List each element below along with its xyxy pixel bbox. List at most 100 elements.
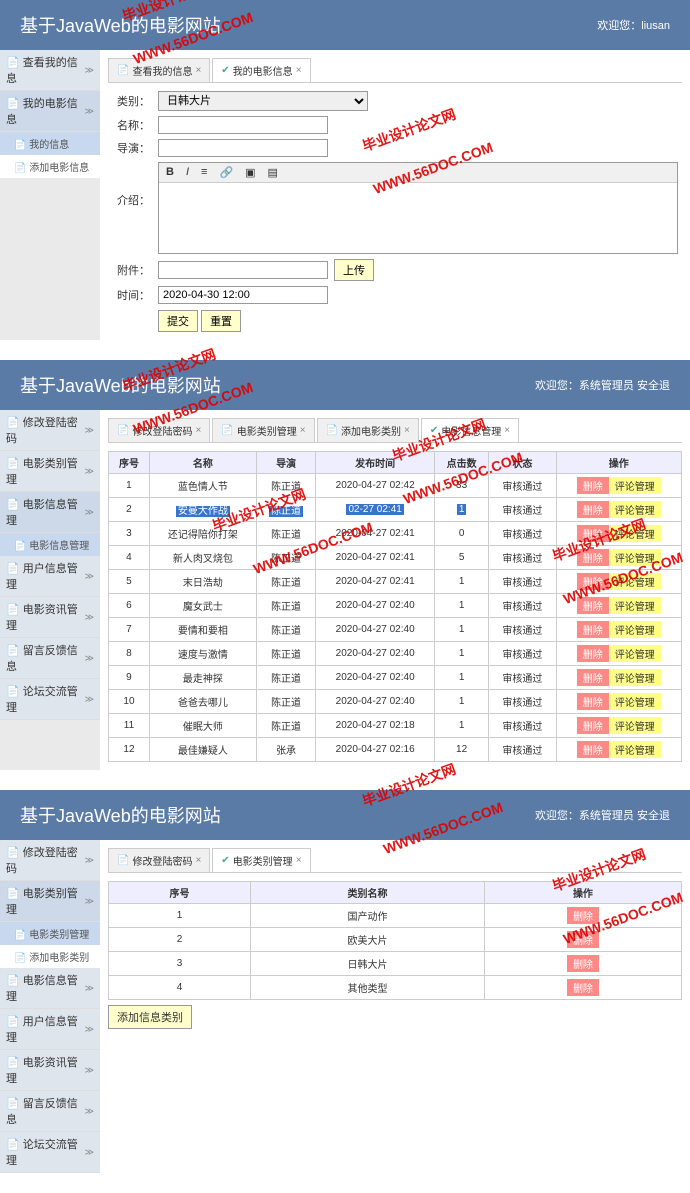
ops-cell: 删除评论管理 bbox=[556, 498, 682, 522]
ops-cell: 删除评论管理 bbox=[556, 666, 682, 690]
close-icon[interactable]: × bbox=[195, 855, 201, 866]
ops-cell: 删除评论管理 bbox=[556, 474, 682, 498]
comment-button[interactable]: 评论管理 bbox=[609, 477, 661, 494]
delete-button[interactable]: 删除 bbox=[577, 645, 609, 662]
table-cell: 日韩大片 bbox=[251, 952, 485, 976]
rich-editor: B I ≡ 🔗 ▣ ▤ bbox=[158, 162, 678, 254]
table-cell: 陈正道 bbox=[256, 642, 315, 666]
chevron-icon: ≫ bbox=[85, 653, 94, 664]
link-icon[interactable]: 🔗 bbox=[216, 165, 236, 180]
comment-button[interactable]: 评论管理 bbox=[609, 693, 661, 710]
delete-button[interactable]: 删除 bbox=[577, 669, 609, 686]
sidebar-item[interactable]: 📄 论坛交流管理≫ bbox=[0, 1132, 100, 1173]
tab[interactable]: 📄修改登陆密码× bbox=[108, 848, 210, 872]
close-icon[interactable]: × bbox=[195, 425, 201, 436]
delete-button[interactable]: 删除 bbox=[577, 477, 609, 494]
delete-button[interactable]: 删除 bbox=[567, 979, 599, 996]
list-icon[interactable]: ≡ bbox=[198, 165, 210, 180]
time-input[interactable] bbox=[158, 286, 328, 304]
table-cell: 魔女武士 bbox=[149, 594, 256, 618]
delete-button[interactable]: 删除 bbox=[577, 693, 609, 710]
close-icon[interactable]: × bbox=[296, 65, 302, 76]
delete-button[interactable]: 删除 bbox=[577, 525, 609, 542]
delete-button[interactable]: 删除 bbox=[567, 955, 599, 972]
sidebar-item[interactable]: 📄 电影信息管理 bbox=[0, 533, 100, 556]
close-icon[interactable]: × bbox=[296, 855, 302, 866]
delete-button[interactable]: 删除 bbox=[577, 501, 609, 518]
tab[interactable]: 📄查看我的信息× bbox=[108, 58, 210, 82]
tab-icon: 📄 bbox=[326, 425, 338, 436]
comment-button[interactable]: 评论管理 bbox=[609, 549, 661, 566]
sidebar-item[interactable]: 📄 修改登陆密码≫ bbox=[0, 840, 100, 881]
sidebar-item[interactable]: 📄 留言反馈信息≫ bbox=[0, 1091, 100, 1132]
comment-button[interactable]: 评论管理 bbox=[609, 573, 661, 590]
reset-button[interactable]: 重置 bbox=[201, 310, 241, 332]
sidebar-item[interactable]: 📄 电影资讯管理≫ bbox=[0, 1050, 100, 1091]
table-cell: 审核通过 bbox=[489, 714, 556, 738]
comment-button[interactable]: 评论管理 bbox=[609, 597, 661, 614]
delete-button[interactable]: 删除 bbox=[577, 717, 609, 734]
delete-button[interactable]: 删除 bbox=[567, 907, 599, 924]
tab[interactable]: ✔电影类别管理× bbox=[212, 848, 310, 872]
sidebar-item[interactable]: 📄 查看我的信息≫ bbox=[0, 50, 100, 91]
submit-button[interactable]: 提交 bbox=[158, 310, 198, 332]
tab[interactable]: 📄电影类别管理× bbox=[212, 418, 314, 442]
table-cell: 2020-04-27 02:40 bbox=[316, 666, 435, 690]
sidebar-item[interactable]: 📄 电影信息管理≫ bbox=[0, 492, 100, 533]
table-row: 5末日浩劫陈正道2020-04-27 02:411审核通过删除评论管理 bbox=[109, 570, 682, 594]
image-icon[interactable]: ▣ bbox=[242, 165, 258, 180]
type-select[interactable]: 日韩大片 bbox=[158, 91, 368, 111]
sidebar-item[interactable]: 📄 电影信息管理≫ bbox=[0, 968, 100, 1009]
delete-button[interactable]: 删除 bbox=[567, 931, 599, 948]
upload-button[interactable]: 上传 bbox=[334, 259, 374, 281]
delete-button[interactable]: 删除 bbox=[577, 549, 609, 566]
sidebar-item[interactable]: 📄 我的信息 bbox=[0, 132, 100, 155]
name-input[interactable] bbox=[158, 116, 328, 134]
sidebar-item[interactable]: 📄 电影类别管理≫ bbox=[0, 451, 100, 492]
delete-button[interactable]: 删除 bbox=[577, 597, 609, 614]
delete-button[interactable]: 删除 bbox=[577, 741, 609, 758]
sidebar-item[interactable]: 📄 添加电影信息 bbox=[0, 155, 100, 178]
tab[interactable]: 📄修改登陆密码× bbox=[108, 418, 210, 442]
comment-button[interactable]: 评论管理 bbox=[609, 741, 661, 758]
delete-button[interactable]: 删除 bbox=[577, 573, 609, 590]
attach-input[interactable] bbox=[158, 261, 328, 279]
code-icon[interactable]: ▤ bbox=[265, 165, 281, 180]
sidebar-item[interactable]: 📄 我的电影信息≫ bbox=[0, 91, 100, 132]
sidebar-item[interactable]: 📄 添加电影类别 bbox=[0, 945, 100, 968]
editor-textarea[interactable] bbox=[159, 183, 677, 253]
close-icon[interactable]: × bbox=[195, 65, 201, 76]
director-input[interactable] bbox=[158, 139, 328, 157]
comment-button[interactable]: 评论管理 bbox=[609, 621, 661, 638]
sidebar-item[interactable]: 📄 电影类别管理 bbox=[0, 922, 100, 945]
comment-button[interactable]: 评论管理 bbox=[609, 501, 661, 518]
bold-icon[interactable]: B bbox=[163, 165, 177, 180]
italic-icon[interactable]: I bbox=[183, 165, 192, 180]
close-icon[interactable]: × bbox=[504, 425, 510, 436]
tab[interactable]: ✔我的电影信息× bbox=[212, 58, 310, 82]
sidebar-item[interactable]: 📄 修改登陆密码≫ bbox=[0, 410, 100, 451]
sidebar-item[interactable]: 📄 留言反馈信息≫ bbox=[0, 638, 100, 679]
tab[interactable]: 📄添加电影类别× bbox=[317, 418, 419, 442]
close-icon[interactable]: × bbox=[404, 425, 410, 436]
add-category-button[interactable]: 添加信息类别 bbox=[108, 1005, 192, 1029]
comment-button[interactable]: 评论管理 bbox=[609, 645, 661, 662]
table-cell: 1 bbox=[109, 904, 251, 928]
sidebar-item[interactable]: 📄 用户信息管理≫ bbox=[0, 1009, 100, 1050]
sidebar-item[interactable]: 📄 论坛交流管理≫ bbox=[0, 679, 100, 720]
sidebar-item[interactable]: 📄 电影资讯管理≫ bbox=[0, 597, 100, 638]
ops-cell: 删除 bbox=[484, 976, 681, 1000]
tab[interactable]: ✔电影信息管理× bbox=[421, 418, 519, 442]
chevron-icon: ≫ bbox=[85, 1147, 94, 1158]
attach-label: 附件： bbox=[108, 262, 158, 278]
table-cell: 陈正道 bbox=[256, 498, 315, 522]
table-cell: 1 bbox=[435, 594, 489, 618]
delete-button[interactable]: 删除 bbox=[577, 621, 609, 638]
comment-button[interactable]: 评论管理 bbox=[609, 717, 661, 734]
comment-button[interactable]: 评论管理 bbox=[609, 525, 661, 542]
ops-cell: 删除评论管理 bbox=[556, 594, 682, 618]
sidebar-item[interactable]: 📄 电影类别管理≫ bbox=[0, 881, 100, 922]
sidebar-item[interactable]: 📄 用户信息管理≫ bbox=[0, 556, 100, 597]
close-icon[interactable]: × bbox=[300, 425, 306, 436]
comment-button[interactable]: 评论管理 bbox=[609, 669, 661, 686]
